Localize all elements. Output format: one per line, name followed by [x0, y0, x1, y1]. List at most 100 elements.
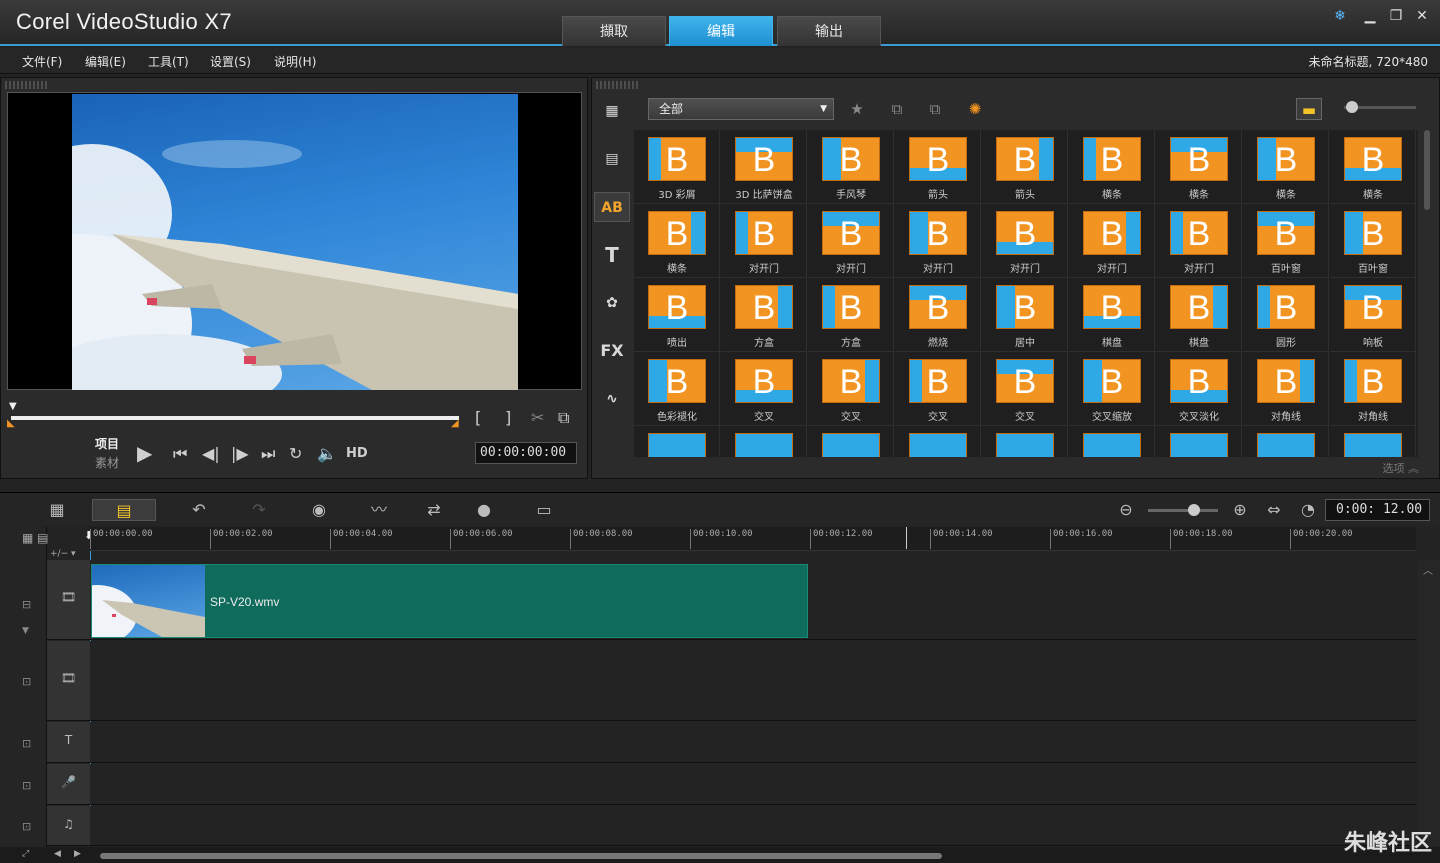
transition-item[interactable]: [895, 426, 981, 457]
transition-item[interactable]: B 交叉: [721, 352, 807, 426]
redo-icon[interactable]: ↷: [245, 499, 273, 521]
path-icon[interactable]: ∿: [594, 384, 630, 414]
transition-item[interactable]: B 居中: [982, 278, 1068, 352]
title-icon[interactable]: T: [594, 240, 630, 270]
transition-item[interactable]: B 方盒: [721, 278, 807, 352]
transition-item[interactable]: B 交叉: [808, 352, 894, 426]
transition-item[interactable]: [1156, 426, 1242, 457]
panel-grip[interactable]: [5, 81, 49, 89]
transition-item[interactable]: B 对角线: [1330, 352, 1416, 426]
fit-project-icon[interactable]: ⇔: [1260, 499, 1288, 521]
play-icon[interactable]: ▶: [137, 441, 152, 465]
apply-random-transition-icon[interactable]: ⧉: [884, 98, 910, 120]
repeat-icon[interactable]: ↻: [289, 444, 302, 463]
transition-item[interactable]: B 箭头: [895, 130, 981, 204]
timeline-view-icon[interactable]: ▤: [92, 499, 156, 521]
go-to-start-icon[interactable]: ⏮: [173, 444, 187, 464]
lock-icon[interactable]: ⊡: [22, 675, 31, 688]
transition-item[interactable]: B 棋盘: [1156, 278, 1242, 352]
tab-capture[interactable]: 擷取: [562, 16, 666, 46]
transition-item[interactable]: B 横条: [1243, 130, 1329, 204]
transition-item[interactable]: B 对开门: [895, 204, 981, 278]
storyboard-view-icon[interactable]: ▦: [42, 499, 72, 521]
tab-edit[interactable]: 编辑: [669, 16, 773, 46]
transition-item[interactable]: [808, 426, 894, 457]
voice-track[interactable]: [90, 764, 1416, 805]
overlay-track[interactable]: [90, 641, 1416, 721]
transition-item[interactable]: B 对开门: [808, 204, 894, 278]
chevron-down-icon[interactable]: ▼: [22, 626, 29, 636]
transition-item[interactable]: B 对开门: [721, 204, 807, 278]
menu-edit[interactable]: 编辑(E): [85, 53, 126, 70]
motion-tracking-icon[interactable]: ●: [470, 499, 498, 521]
instant-project-icon[interactable]: ▤: [594, 144, 630, 174]
transition-item[interactable]: B 圆形: [1243, 278, 1329, 352]
scroll-up-icon[interactable]: ︿: [1423, 562, 1433, 577]
go-to-end-icon[interactable]: ⏭: [261, 444, 275, 464]
title-track[interactable]: [90, 722, 1416, 763]
undo-icon[interactable]: ↶: [185, 499, 213, 521]
tab-share[interactable]: 输出: [777, 16, 881, 46]
trim-end-handle[interactable]: ◢: [451, 418, 459, 429]
zoom-slider-knob[interactable]: [1188, 504, 1200, 516]
transition-item[interactable]: B 色彩褪化: [634, 352, 720, 426]
apply-current-transition-icon[interactable]: ⧉: [922, 98, 948, 120]
transition-item[interactable]: [982, 426, 1068, 457]
track-manager-icon[interactable]: ▦ ▤: [22, 531, 49, 545]
split-clip-icon[interactable]: ✂: [531, 408, 544, 427]
transition-item[interactable]: B 响板: [1330, 278, 1416, 352]
project-duration[interactable]: 0:00: 12.00: [1325, 499, 1430, 521]
transition-item[interactable]: B 对角线: [1243, 352, 1329, 426]
transition-item[interactable]: [1069, 426, 1155, 457]
overlay-track-header[interactable]: 🎞: [47, 641, 90, 721]
transition-item[interactable]: B 燃烧: [895, 278, 981, 352]
title-track-header[interactable]: T: [47, 722, 90, 763]
trim-start-handle[interactable]: ◣: [7, 418, 15, 429]
voice-track-header[interactable]: 🎤: [47, 764, 90, 805]
category-dropdown[interactable]: 全部 ▼: [648, 98, 834, 120]
options-toggle[interactable]: 选项 ︽: [1383, 460, 1420, 476]
zoom-out-icon[interactable]: ⊖: [1112, 499, 1140, 521]
scroll-right-icon[interactable]: ▶: [74, 849, 81, 859]
transition-item[interactable]: B 交叉: [982, 352, 1068, 426]
sound-mixer-icon[interactable]: 〰: [365, 499, 393, 521]
get-more-content-icon[interactable]: ✺: [962, 98, 988, 120]
transition-item[interactable]: B 对开门: [1156, 204, 1242, 278]
menu-tools[interactable]: 工具(T): [148, 53, 189, 70]
graphic-icon[interactable]: ✿: [594, 288, 630, 318]
menu-file[interactable]: 文件(F): [22, 53, 62, 70]
zoom-in-icon[interactable]: ⊕: [1226, 499, 1254, 521]
auto-music-icon[interactable]: ⇄: [420, 499, 448, 521]
slider-knob[interactable]: [1346, 101, 1358, 113]
enlarge-preview-icon[interactable]: ⧉: [558, 408, 569, 428]
previous-frame-icon[interactable]: ◀|: [202, 444, 220, 463]
volume-icon[interactable]: 🔈: [317, 444, 337, 463]
lock-icon[interactable]: ⊡: [22, 820, 31, 833]
transition-item[interactable]: B 对开门: [1069, 204, 1155, 278]
record-capture-icon[interactable]: ◉: [305, 499, 333, 521]
add-remove-chapter-icon[interactable]: +/− ▾: [50, 549, 76, 559]
filter-icon[interactable]: FX: [594, 336, 630, 366]
transition-item[interactable]: B 横条: [1156, 130, 1242, 204]
transition-item[interactable]: B 横条: [1330, 130, 1416, 204]
lock-icon[interactable]: ⊡: [22, 737, 31, 750]
settings-gear-icon[interactable]: ❄: [1330, 6, 1350, 26]
zoom-track-icon[interactable]: ⤢: [22, 849, 29, 859]
ripple-edit-icon[interactable]: ⊟: [22, 598, 31, 611]
scroll-left-icon[interactable]: ◀: [54, 849, 61, 859]
lock-icon[interactable]: ⊡: [22, 779, 31, 792]
mark-out-button[interactable]: ]: [505, 408, 511, 427]
timeline-vertical-scrollbar[interactable]: [1418, 560, 1440, 846]
music-track-header[interactable]: ♫: [47, 806, 90, 846]
view-mode-icon[interactable]: ▬: [1296, 98, 1322, 120]
transition-item[interactable]: [721, 426, 807, 457]
transition-item[interactable]: B 棋盘: [1069, 278, 1155, 352]
music-track[interactable]: [90, 806, 1416, 846]
transition-icon[interactable]: AB: [594, 192, 630, 222]
zoom-slider[interactable]: [1148, 509, 1218, 512]
video-clip[interactable]: SP-V20.wmv: [91, 564, 808, 638]
menu-help[interactable]: 说明(H): [274, 53, 316, 70]
timeline-ruler[interactable]: 00:00:00.00 00:00:02.00 00:00:04.00 00:00:0…: [90, 527, 1416, 551]
next-frame-icon[interactable]: |▶: [231, 444, 249, 463]
mark-in-button[interactable]: [: [475, 408, 481, 427]
